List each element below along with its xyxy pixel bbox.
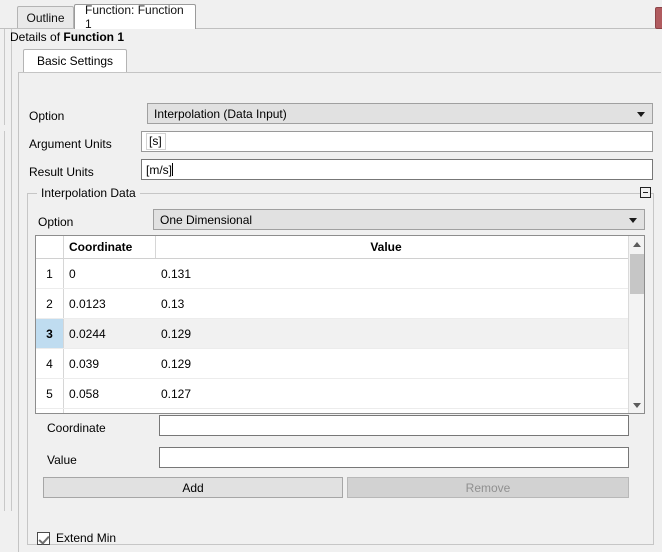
outer-tabstrip: Outline Function: Function 1 <box>0 0 662 31</box>
table-row[interactable]: 1 0 0.131 <box>36 259 644 289</box>
cell-value[interactable]: 0.129 <box>156 349 356 378</box>
function-details-panel: Outline Function: Function 1 Details of … <box>0 0 662 552</box>
dock-divider-inner <box>11 28 12 511</box>
cell-coordinate[interactable]: 0.0123 <box>64 289 156 318</box>
tab-outline-label: Outline <box>26 10 65 25</box>
interpolation-option-select[interactable]: One Dimensional <box>153 209 645 230</box>
remove-button: Remove <box>347 477 629 498</box>
argument-units-label: Argument Units <box>29 137 112 151</box>
row-number: 5 <box>36 379 64 408</box>
cell-value[interactable]: 0.129 <box>156 319 356 348</box>
result-units-value: [m/s] <box>146 162 172 177</box>
coordinate-entry-label: Coordinate <box>47 421 106 435</box>
coordinate-entry-input[interactable] <box>159 415 629 436</box>
minus-box-icon[interactable] <box>640 187 651 198</box>
option-select[interactable]: Interpolation (Data Input) <box>147 103 653 124</box>
value-entry-input[interactable] <box>159 447 629 468</box>
chevron-down-icon[interactable] <box>629 397 644 413</box>
option-label: Option <box>29 109 65 123</box>
grid-header-row: Coordinate Value <box>36 236 644 259</box>
extend-min-checkbox-row[interactable]: Extend Min <box>37 531 116 545</box>
cell-value[interactable]: 0.131 <box>156 259 356 288</box>
add-button-label: Add <box>182 480 204 495</box>
details-subject: Function 1 <box>63 30 125 44</box>
interpolation-data-title: Interpolation Data <box>37 186 140 200</box>
cell-coordinate[interactable]: 0.0244 <box>64 319 156 348</box>
table-row[interactable]: 4 0.039 0.129 <box>36 349 644 379</box>
table-row[interactable]: 6 0.068 0.122 <box>36 409 644 413</box>
row-number: 1 <box>36 259 64 288</box>
extend-min-label: Extend Min <box>56 531 117 545</box>
details-caption: Details of Function 1 <box>10 30 124 44</box>
text-caret <box>172 163 173 176</box>
cell-value[interactable]: 0.122 <box>156 409 356 413</box>
option-select-value: Interpolation (Data Input) <box>154 106 287 121</box>
interpolation-data-grid[interactable]: Coordinate Value 1 0 0.131 2 0.0123 0.13… <box>35 235 645 414</box>
scrollbar-thumb[interactable] <box>630 254 644 294</box>
dock-divider-lower <box>4 131 5 511</box>
value-entry-label: Value <box>47 453 77 467</box>
tab-function-label: Function: Function 1 <box>85 3 184 31</box>
tab-outline[interactable]: Outline <box>17 6 74 28</box>
table-row[interactable]: 5 0.058 0.127 <box>36 379 644 409</box>
cell-coordinate[interactable]: 0.058 <box>64 379 156 408</box>
table-row[interactable]: 2 0.0123 0.13 <box>36 289 644 319</box>
row-number: 2 <box>36 289 64 318</box>
chevron-down-icon <box>629 217 637 223</box>
tab-basic-settings[interactable]: Basic Settings <box>23 49 128 72</box>
details-prefix: Details of <box>10 30 64 44</box>
cell-coordinate[interactable]: 0 <box>64 259 156 288</box>
remove-button-label: Remove <box>465 480 511 495</box>
add-button[interactable]: Add <box>43 477 343 498</box>
row-number: 6 <box>36 409 64 413</box>
cell-value[interactable]: 0.13 <box>156 289 356 318</box>
table-row-selected[interactable]: 3 0.0244 0.129 <box>36 319 644 349</box>
interpolation-option-label: Option <box>38 215 74 229</box>
dock-divider-upper <box>4 28 5 125</box>
inner-tabstrip: Basic Settings <box>18 48 662 72</box>
basic-settings-body: Option Interpolation (Data Input) Argume… <box>18 72 661 552</box>
row-number: 3 <box>36 319 64 348</box>
tab-function-function-1[interactable]: Function: Function 1 <box>74 3 196 31</box>
grid-header-corner <box>36 236 64 258</box>
extend-min-checkbox[interactable] <box>37 531 50 545</box>
argument-units-value: [s] <box>146 133 166 150</box>
cell-coordinate[interactable]: 0.068 <box>64 409 156 413</box>
chevron-up-icon[interactable] <box>629 236 644 252</box>
column-header-value[interactable]: Value <box>156 236 616 258</box>
tab-partial-hidden[interactable] <box>655 7 662 29</box>
grid-vertical-scrollbar[interactable] <box>628 236 644 413</box>
left-dock-gutter <box>0 0 18 552</box>
cell-value[interactable]: 0.127 <box>156 379 356 408</box>
basic-settings-panel: Basic Settings Option Interpolation (Dat… <box>18 48 662 552</box>
result-units-input[interactable]: [m/s] <box>141 159 653 180</box>
cell-coordinate[interactable]: 0.039 <box>64 349 156 378</box>
interpolation-option-value: One Dimensional <box>160 212 253 227</box>
result-units-label: Result Units <box>29 165 94 179</box>
column-header-coordinate[interactable]: Coordinate <box>64 236 156 258</box>
row-number: 4 <box>36 349 64 378</box>
tab-basic-settings-label: Basic Settings <box>37 54 114 68</box>
chevron-down-icon <box>637 111 645 117</box>
argument-units-input[interactable]: [s] <box>141 131 653 152</box>
